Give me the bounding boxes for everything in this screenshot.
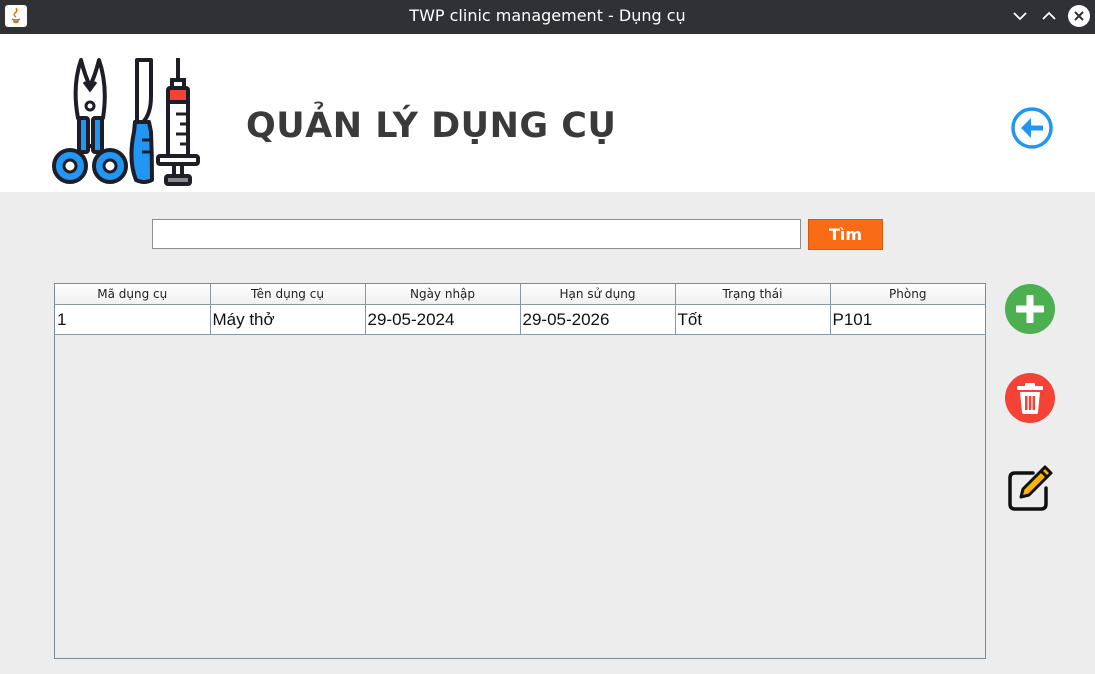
edit-button[interactable] bbox=[1005, 464, 1055, 514]
column-header-room[interactable]: Phòng bbox=[830, 284, 985, 305]
column-header-expiry-date[interactable]: Hạn sử dụng bbox=[520, 284, 676, 305]
cell-expiry-date[interactable]: 29-05-2026 bbox=[520, 304, 676, 335]
table-row[interactable]: 1 Máy thở 29-05-2024 29-05-2026 Tốt P101 bbox=[55, 304, 985, 335]
column-header-status[interactable]: Trạng thái bbox=[675, 284, 831, 305]
equipment-table: Mã dụng cụ Tên dụng cụ Ngày nhập Hạn sử … bbox=[54, 283, 986, 659]
close-icon[interactable] bbox=[1067, 4, 1091, 28]
pencil-square-icon bbox=[1008, 465, 1053, 511]
cell-import-date[interactable]: 29-05-2024 bbox=[365, 304, 521, 335]
search-button[interactable]: Tìm bbox=[808, 219, 883, 250]
window-titlebar: TWP clinic management - Dụng cụ bbox=[0, 0, 1095, 34]
cell-status[interactable]: Tốt bbox=[675, 304, 831, 335]
window-title: TWP clinic management - Dụng cụ bbox=[409, 6, 686, 25]
trash-icon bbox=[1005, 373, 1055, 423]
add-button[interactable] bbox=[1005, 284, 1055, 334]
search-input[interactable] bbox=[152, 219, 801, 249]
minimize-icon[interactable] bbox=[1008, 4, 1032, 28]
maximize-icon[interactable] bbox=[1037, 4, 1061, 28]
cell-name[interactable]: Máy thở bbox=[210, 304, 366, 335]
column-header-code[interactable]: Mã dụng cụ bbox=[55, 284, 211, 305]
medical-tools-logo-icon bbox=[48, 56, 200, 186]
page-header: QUẢN LÝ DỤNG CỤ bbox=[0, 34, 1095, 192]
column-header-name[interactable]: Tên dụng cụ bbox=[210, 284, 366, 305]
cell-room[interactable]: P101 bbox=[830, 304, 985, 335]
plus-circle-icon bbox=[1005, 284, 1055, 334]
column-header-import-date[interactable]: Ngày nhập bbox=[365, 284, 521, 305]
table-header-row: Mã dụng cụ Tên dụng cụ Ngày nhập Hạn sử … bbox=[55, 284, 985, 305]
delete-button[interactable] bbox=[1005, 373, 1055, 423]
arrow-left-circle-icon bbox=[1011, 107, 1053, 149]
page-title: QUẢN LÝ DỤNG CỤ bbox=[246, 106, 617, 146]
cell-code[interactable]: 1 bbox=[55, 304, 211, 335]
back-button[interactable] bbox=[1009, 105, 1055, 151]
